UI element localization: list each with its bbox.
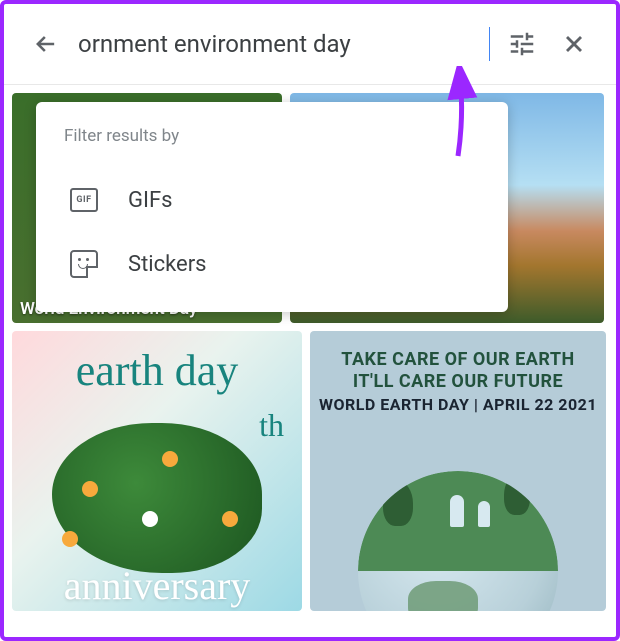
gif-icon: GIF (68, 184, 100, 216)
poster-line: WORLD EARTH DAY | APRIL 22 2021 (310, 395, 606, 414)
result-tile[interactable]: TAKE CARE OF OUR EARTH IT'LL CARE OUR FU… (310, 331, 606, 611)
filter-option-gifs[interactable]: GIF GIFs (64, 168, 480, 232)
search-input[interactable]: ornment environment day (76, 26, 492, 62)
sticker-icon (68, 248, 100, 280)
poster-line: IT'LL CARE OUR FUTURE (310, 371, 606, 392)
poster-subtitle: anniversary (12, 562, 302, 609)
filter-option-label: Stickers (128, 252, 207, 277)
arrow-left-icon (32, 30, 60, 58)
search-input-wrap[interactable]: ornment environment day (76, 26, 492, 62)
dropdown-heading: Filter results by (64, 126, 480, 146)
filter-option-stickers[interactable]: Stickers (64, 232, 480, 296)
filter-dropdown: Filter results by GIF GIFs Stickers (36, 102, 508, 312)
back-button[interactable] (24, 22, 68, 66)
close-icon (560, 30, 588, 58)
text-cursor (489, 27, 490, 61)
globe-graphic (358, 471, 558, 611)
tune-icon (507, 29, 537, 59)
result-tile[interactable]: earth day th anniversary (12, 331, 302, 611)
filter-tune-button[interactable] (500, 22, 544, 66)
poster-title: earth day (12, 345, 302, 396)
filter-option-label: GIFs (128, 188, 172, 213)
app-frame: ornment environment day World Environmen… (0, 0, 620, 641)
poster-th: th (259, 407, 284, 444)
poster-bush-graphic (52, 423, 262, 573)
search-bar: ornment environment day (4, 4, 616, 85)
poster-line: TAKE CARE OF OUR EARTH (310, 349, 606, 370)
clear-button[interactable] (552, 22, 596, 66)
